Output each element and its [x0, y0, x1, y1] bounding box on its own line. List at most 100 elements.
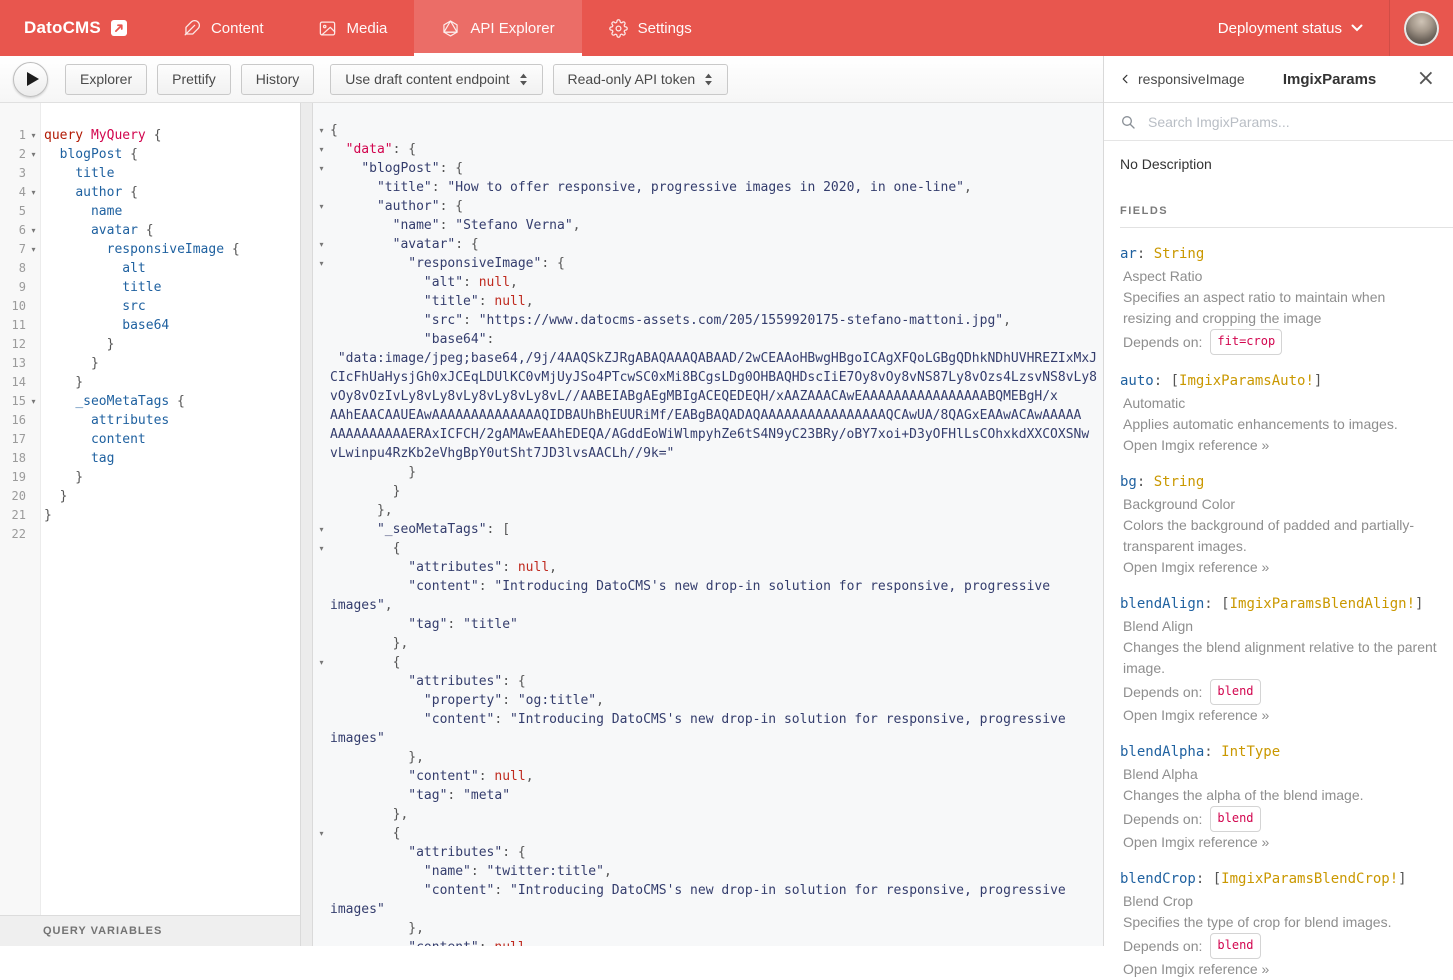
- fold-arrow-icon[interactable]: ▾: [313, 159, 330, 178]
- result-line: },: [313, 501, 1103, 520]
- logo-text: DatoCMS: [24, 18, 101, 38]
- field-description-title: Blend Crop: [1120, 891, 1437, 912]
- field-type-link[interactable]: String: [1154, 474, 1205, 490]
- fold-arrow-icon[interactable]: ▾: [313, 824, 330, 843]
- result-code: "alt": null,: [330, 273, 518, 292]
- graphiql-toolbar: Explorer Prettify History Use draft conten…: [0, 56, 1103, 103]
- field-colon: :: [1204, 744, 1221, 760]
- result-line: ▾ "avatar": {: [313, 235, 1103, 254]
- fold-arrow-icon[interactable]: ▾: [26, 392, 41, 411]
- datocms-logo[interactable]: DatoCMS: [0, 0, 155, 56]
- fold-arrow-icon[interactable]: ▾: [26, 145, 41, 164]
- field-description: Specifies the type of crop for blend ima…: [1120, 912, 1437, 933]
- result-line: ▾ "data": {: [313, 140, 1103, 159]
- field-name-link[interactable]: bg: [1120, 474, 1137, 490]
- field-type-link[interactable]: String: [1154, 246, 1205, 262]
- use-draft-content-endpoint-select[interactable]: Use draft content endpoint: [330, 64, 542, 95]
- query-variables-label: QUERY VARIABLES: [43, 925, 162, 937]
- depends-badge: fit=crop: [1210, 329, 1282, 355]
- history-button[interactable]: History: [241, 64, 315, 95]
- fold-arrow-icon[interactable]: ▾: [313, 121, 330, 140]
- edit-box-icon: [111, 20, 127, 36]
- fold-arrow-icon[interactable]: ▾: [313, 520, 330, 539]
- doc-search-input[interactable]: [1146, 113, 1437, 131]
- fold-arrow-icon[interactable]: ▾: [313, 197, 330, 216]
- media-icon: [318, 19, 337, 38]
- result-line: "attributes": {: [313, 843, 1103, 862]
- fold-spacer: [26, 316, 41, 335]
- fold-spacer: [26, 297, 41, 316]
- field-name-link[interactable]: blendAlign: [1120, 596, 1204, 612]
- execute-query-button[interactable]: [13, 62, 48, 97]
- fold-arrow-icon[interactable]: ▾: [26, 183, 41, 202]
- fold-arrow-icon[interactable]: ▾: [26, 240, 41, 259]
- fold-spacer: [313, 862, 330, 881]
- query-code: [41, 525, 44, 544]
- nav-item-api-explorer[interactable]: API Explorer: [414, 0, 581, 56]
- explorer-button[interactable]: Explorer: [65, 64, 147, 95]
- nav-item-settings[interactable]: Settings: [582, 0, 719, 56]
- doc-field-bg: bg: StringBackground ColorColors the bac…: [1120, 474, 1437, 578]
- field-type-link[interactable]: ImgixParamsBlendAlign!: [1230, 596, 1415, 612]
- query-code: responsiveImage {: [41, 240, 240, 259]
- field-name-link[interactable]: blendAlpha: [1120, 744, 1204, 760]
- line-number: 18: [0, 449, 26, 468]
- field-name-link[interactable]: blendCrop: [1120, 871, 1196, 887]
- deployment-status-dropdown[interactable]: Deployment status: [1192, 0, 1389, 56]
- result-line: "content": "Introducing DatoCMS's new dr…: [313, 710, 1103, 729]
- field-description-title: Background Color: [1120, 494, 1437, 515]
- field-description-title: Blend Align: [1120, 616, 1437, 637]
- line-number: 8: [0, 259, 26, 278]
- fold-arrow-icon[interactable]: ▾: [313, 254, 330, 273]
- fold-arrow-icon[interactable]: ▾: [26, 221, 41, 240]
- imgix-reference-link[interactable]: Open Imgix reference »: [1120, 557, 1437, 578]
- fold-spacer: [313, 729, 330, 748]
- fold-spacer: [313, 463, 330, 482]
- fold-arrow-icon[interactable]: ▾: [313, 140, 330, 159]
- imgix-reference-link[interactable]: Open Imgix reference »: [1120, 435, 1437, 456]
- doc-explorer-body: No Description FIELDS ar: StringAspect R…: [1104, 141, 1453, 980]
- query-editor[interactable]: 1▾query MyQuery {2▾ blogPost {3 title4▾ …: [0, 103, 300, 915]
- read-only-api-token-select[interactable]: Read-only API token: [553, 64, 729, 95]
- result-code: AAAAAAAAAAERAxICFCH/2gAMAwEAAhEDEQA/AGdd…: [330, 425, 1089, 444]
- field-type-link[interactable]: IntType: [1221, 744, 1280, 760]
- imgix-reference-link[interactable]: Open Imgix reference »: [1120, 832, 1437, 853]
- fold-spacer: [313, 919, 330, 938]
- fold-spacer: [26, 259, 41, 278]
- fold-spacer: [313, 786, 330, 805]
- nav-item-content[interactable]: Content: [155, 0, 291, 56]
- nav-item-label: Content: [211, 20, 264, 37]
- doc-back-link[interactable]: responsiveImage: [1120, 71, 1245, 87]
- navbar-divider: [1389, 0, 1390, 56]
- query-code: name: [41, 202, 122, 221]
- nav-item-label: Media: [347, 20, 388, 37]
- field-type-link[interactable]: ImgixParamsBlendCrop!: [1221, 871, 1398, 887]
- close-icon[interactable]: ×: [1415, 68, 1437, 90]
- result-code: }: [330, 463, 416, 482]
- nav-item-media[interactable]: Media: [291, 0, 415, 56]
- result-code: "base64":: [330, 330, 494, 349]
- user-avatar[interactable]: [1404, 11, 1439, 46]
- fold-arrow-icon[interactable]: ▾: [313, 653, 330, 672]
- imgix-reference-link[interactable]: Open Imgix reference »: [1120, 959, 1437, 980]
- result-code: vLwinpu4RzKb2eVhgBpY0utSht7JD3lvsAACLh//…: [330, 444, 674, 463]
- field-type-link[interactable]: ImgixParamsAuto!: [1179, 373, 1314, 389]
- fold-spacer: [26, 525, 41, 544]
- fold-spacer: [26, 506, 41, 525]
- fold-arrow-icon[interactable]: ▾: [313, 235, 330, 254]
- field-name-link[interactable]: auto: [1120, 373, 1154, 389]
- imgix-reference-link[interactable]: Open Imgix reference »: [1120, 705, 1437, 726]
- field-name-link[interactable]: ar: [1120, 246, 1137, 262]
- query-line: 18 tag: [0, 449, 300, 468]
- fold-arrow-icon[interactable]: ▾: [313, 539, 330, 558]
- prettify-button[interactable]: Prettify: [157, 64, 231, 95]
- field-depends-row: Depends on:fit=crop: [1120, 329, 1437, 355]
- result-code: "content": "Introducing DatoCMS's new dr…: [330, 577, 1050, 596]
- fold-arrow-icon[interactable]: ▾: [26, 126, 41, 145]
- fold-spacer: [313, 406, 330, 425]
- api-explorer-icon: [441, 19, 460, 38]
- play-icon: [27, 72, 39, 86]
- query-variables-bar[interactable]: QUERY VARIABLES: [0, 915, 300, 946]
- result-code: AAhEAACAAUEAwAAAAAAAAAAAAAAQIDBAUhBhEUUR…: [330, 406, 1081, 425]
- pane-resize-divider[interactable]: [300, 103, 313, 946]
